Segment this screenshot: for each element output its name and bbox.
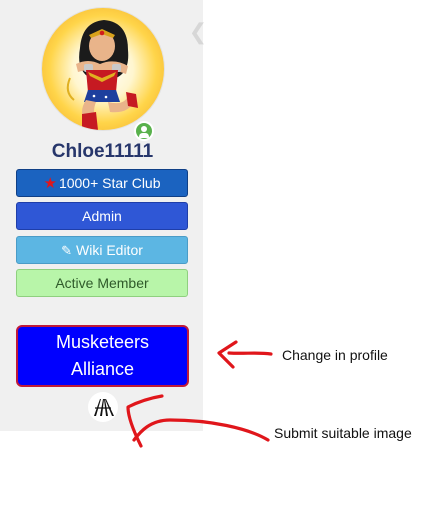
profile-arrow bbox=[227, 351, 273, 356]
submit-image-note: Submit suitable image bbox=[274, 425, 412, 441]
image-arrow bbox=[132, 418, 270, 442]
change-profile-note: Change in profile bbox=[282, 347, 388, 363]
